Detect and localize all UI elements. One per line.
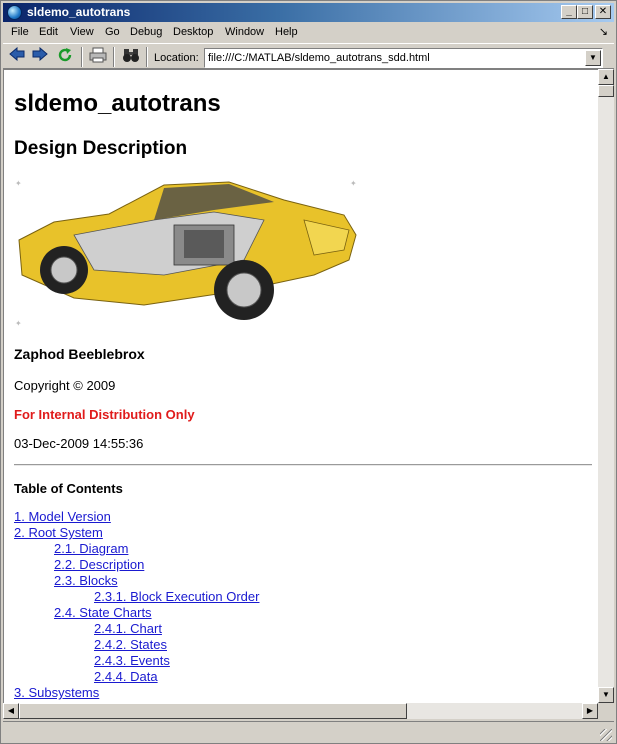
toc-link[interactable]: 2.3.1. Block Execution Order (94, 589, 259, 605)
close-button[interactable]: ✕ (595, 5, 611, 19)
back-arrow-icon[interactable] (7, 46, 27, 67)
toc-link[interactable]: 1. Model Version (14, 509, 259, 525)
vertical-scrollbar[interactable]: ▲ ▼ (598, 69, 614, 703)
minimize-button[interactable]: _ (561, 5, 577, 19)
toc-link[interactable]: 2.1. Diagram (54, 541, 259, 557)
menu-view[interactable]: View (70, 26, 94, 38)
html-viewport[interactable]: sldemo_autotrans Design Description ✦ ✦ … (3, 69, 598, 703)
toc-link[interactable]: 2. Root System (14, 525, 259, 541)
find-binoculars-icon[interactable] (121, 47, 141, 67)
toc-link[interactable]: 2.2. Description (54, 557, 259, 573)
toolbar-separator (81, 47, 83, 67)
toc-link[interactable]: 2.4.2. States (94, 637, 259, 653)
matlab-globe-icon (7, 5, 22, 20)
scroll-left-button[interactable]: ◀ (3, 703, 19, 719)
location-dropdown-button[interactable]: ▼ (585, 50, 601, 66)
undock-arrow-icon[interactable]: ↘ (599, 25, 608, 38)
print-icon[interactable] (88, 47, 108, 67)
menu-debug[interactable]: Debug (130, 26, 162, 38)
toolbar: Location: ▼ (3, 43, 614, 69)
author-name: Zaphod Beeblebrox (14, 346, 145, 362)
refresh-icon[interactable] (55, 47, 75, 67)
forward-arrow-icon[interactable] (30, 46, 50, 67)
scroll-right-button[interactable]: ▶ (582, 703, 598, 719)
svg-text:✦: ✦ (350, 180, 357, 188)
menu-desktop[interactable]: Desktop (173, 26, 213, 38)
table-of-contents: 1. Model Version 2. Root System 2.1. Dia… (14, 509, 259, 701)
scroll-up-button[interactable]: ▲ (598, 69, 614, 85)
location-input[interactable] (208, 51, 583, 65)
svg-text:✦: ✦ (15, 180, 22, 188)
horizontal-rule (14, 464, 592, 466)
menu-help[interactable]: Help (275, 26, 298, 38)
vertical-scroll-thumb[interactable] (598, 85, 614, 97)
maximize-button[interactable]: □ (577, 5, 593, 19)
scroll-down-button[interactable]: ▼ (598, 687, 614, 703)
menu-edit[interactable]: Edit (39, 26, 58, 38)
copyright-text: Copyright © 2009 (14, 378, 116, 393)
page-subtitle: Design Description (14, 138, 188, 159)
distribution-notice: For Internal Distribution Only (14, 407, 195, 422)
menu-go[interactable]: Go (105, 26, 120, 38)
toc-link[interactable]: 2.4. State Charts (54, 605, 259, 621)
toolbar-separator (113, 47, 115, 67)
status-bar (3, 721, 614, 743)
toc-link[interactable]: 2.4.3. Events (94, 653, 259, 669)
window-title: sldemo_autotrans (27, 5, 131, 19)
menu-bar: File Edit View Go Debug Desktop Window H… (3, 23, 614, 42)
scrollbar-corner (598, 703, 614, 719)
car-cutaway-image: ✦ ✦ ✦ (15, 180, 357, 328)
location-field[interactable]: ▼ (204, 48, 603, 68)
resize-grip-icon[interactable] (600, 729, 612, 741)
report-date: 03-Dec-2009 14:55:36 (14, 436, 144, 451)
menu-file[interactable]: File (11, 26, 29, 38)
svg-text:✦: ✦ (15, 319, 22, 328)
toolbar-separator (146, 47, 148, 67)
title-bar[interactable]: sldemo_autotrans _ □ ✕ (3, 3, 614, 22)
horizontal-scroll-thumb[interactable] (19, 703, 407, 719)
toc-link[interactable]: 2.4.4. Data (94, 669, 259, 685)
page-title: sldemo_autotrans (14, 90, 221, 117)
toc-link[interactable]: 2.4.1. Chart (94, 621, 259, 637)
toc-link[interactable]: 2.3. Blocks (54, 573, 259, 589)
toc-link[interactable]: 3. Subsystems (14, 685, 259, 701)
toc-heading: Table of Contents (14, 481, 123, 496)
menu-window[interactable]: Window (225, 26, 264, 38)
horizontal-scrollbar[interactable]: ◀ ▶ (3, 703, 598, 719)
browser-window: sldemo_autotrans _ □ ✕ File Edit View Go… (0, 0, 617, 744)
location-label: Location: (154, 52, 199, 64)
